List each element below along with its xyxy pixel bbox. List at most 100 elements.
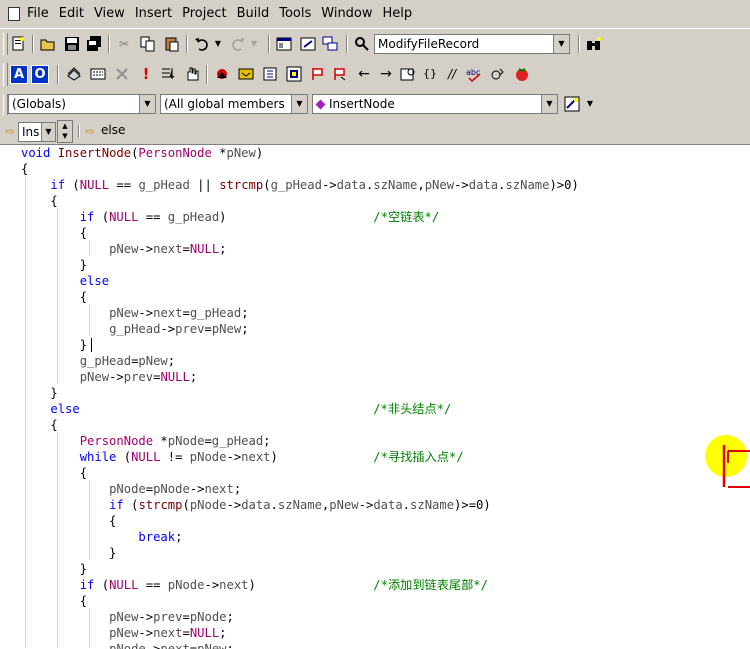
context-toolbar: ⇨ Ins ▼ ▲ ▼ ⇨ else — [0, 119, 750, 145]
menu-build[interactable]: Build — [232, 0, 275, 28]
compile-icon[interactable] — [66, 66, 82, 82]
code-text[interactable]: void InsertNode(PersonNode *pNew) { if (… — [21, 145, 579, 649]
code-line[interactable]: PersonNode *pNode=g_pHead; — [21, 434, 271, 448]
undo-icon[interactable] — [194, 36, 210, 52]
new-file-icon[interactable] — [10, 36, 26, 52]
class-combo[interactable]: (Globals) ▼ — [8, 94, 156, 114]
menu-tools[interactable]: Tools — [274, 0, 316, 28]
code-line[interactable]: break; — [21, 530, 182, 544]
chevron-down-icon[interactable]: ▼ — [41, 123, 55, 141]
menu-file[interactable]: File — [22, 0, 54, 28]
code-line[interactable]: { — [21, 194, 57, 208]
stop-build-icon[interactable] — [114, 66, 130, 82]
scope-combo[interactable]: Ins ▼ — [18, 122, 56, 142]
hand-icon[interactable] — [184, 66, 200, 82]
code-line[interactable]: pNew->prev=pNode; — [21, 610, 234, 624]
chevron-down-icon[interactable]: ▼ — [139, 95, 155, 113]
link-icon[interactable] — [490, 66, 506, 82]
code-line[interactable]: { — [21, 594, 87, 608]
code-line[interactable]: { — [21, 418, 57, 432]
code-line[interactable]: } — [21, 338, 87, 352]
code-line[interactable]: else — [21, 274, 109, 288]
redo-dropdown-icon[interactable]: ▼ — [246, 36, 262, 52]
step-over-icon[interactable] — [286, 66, 302, 82]
tomato-icon[interactable] — [514, 66, 530, 82]
code-line[interactable]: pNew->next=g_pHead; — [21, 306, 248, 320]
class-view-button[interactable]: A — [10, 65, 28, 84]
scope-spinner[interactable]: ▲ ▼ — [57, 120, 73, 143]
save-all-icon[interactable] — [86, 36, 102, 52]
code-line[interactable]: pNode=pNode->next; — [21, 482, 241, 496]
code-line[interactable]: { — [21, 226, 87, 240]
code-line[interactable]: } — [21, 258, 87, 272]
find-in-files-icon[interactable] — [354, 36, 370, 52]
code-line[interactable]: pNew->next=NULL; — [21, 626, 226, 640]
find-binoculars-icon[interactable] — [586, 36, 602, 52]
code-line[interactable]: else /*非头结点*/ — [21, 402, 451, 416]
wizard-action-icon[interactable] — [564, 96, 580, 112]
run-to-cursor-icon[interactable] — [332, 66, 348, 82]
find-combo[interactable]: ModifyFileRecord ▼ — [374, 34, 570, 54]
comment-slashes-icon[interactable]: // — [444, 66, 460, 82]
chevron-down-icon[interactable]: ▼ — [541, 95, 557, 113]
menu-help[interactable]: Help — [378, 0, 418, 28]
watch-icon[interactable] — [400, 66, 416, 82]
toolbar-grip[interactable] — [3, 63, 8, 86]
step-out-icon[interactable] — [310, 66, 326, 82]
code-line[interactable]: if (NULL == g_pHead || strcmp(g_pHead->d… — [21, 178, 578, 192]
undo-dropdown-icon[interactable]: ▼ — [210, 36, 226, 52]
code-line[interactable]: pNode->next=pNew; — [21, 642, 234, 649]
spell-check-icon[interactable]: abc — [466, 66, 482, 83]
code-line[interactable]: { — [21, 290, 87, 304]
insert-breakpoint-icon[interactable] — [214, 66, 230, 82]
save-icon[interactable] — [64, 36, 80, 52]
braces-icon[interactable]: {} — [422, 66, 438, 82]
menu-insert[interactable]: Insert — [130, 0, 177, 28]
forward-arrow-icon[interactable]: → — [378, 66, 394, 82]
toolbar-grip[interactable] — [3, 33, 8, 55]
text-caret — [91, 338, 92, 352]
back-arrow-icon[interactable]: ← — [356, 66, 372, 82]
copy-icon[interactable] — [140, 36, 156, 52]
set-breakpoint-icon[interactable] — [238, 66, 254, 82]
menu-project[interactable]: Project — [177, 0, 231, 28]
chevron-down-icon[interactable]: ▼ — [291, 95, 307, 113]
paste-icon[interactable] — [164, 36, 180, 52]
open-folder-icon[interactable] — [40, 36, 56, 52]
code-line[interactable]: while (NULL != pNode->next) /*寻找插入点*/ — [21, 450, 464, 464]
code-line[interactable]: if (strcmp(pNode->data.szName,pNew->data… — [21, 498, 491, 512]
cut-icon[interactable]: ✂ — [116, 36, 132, 52]
member-combo[interactable]: InsertNode ▼ — [312, 94, 558, 114]
menu-window[interactable]: Window — [316, 0, 377, 28]
go-icon[interactable] — [160, 66, 176, 82]
redo-icon[interactable] — [230, 36, 246, 52]
code-line[interactable]: } — [21, 562, 87, 576]
code-line[interactable]: g_pHead=pNew; — [21, 354, 175, 368]
output-icon[interactable] — [300, 36, 316, 52]
context-text: else — [101, 123, 126, 137]
code-line[interactable]: void InsertNode(PersonNode *pNew) — [21, 146, 263, 160]
window-list-icon[interactable] — [322, 36, 338, 52]
code-line[interactable]: } — [21, 546, 116, 560]
chevron-down-icon[interactable]: ▼ — [553, 35, 569, 53]
wizard-action-dropdown-icon[interactable]: ▼ — [582, 96, 598, 112]
code-editor[interactable]: void InsertNode(PersonNode *pNew) { if (… — [0, 145, 750, 649]
code-line[interactable]: g_pHead->prev=pNew; — [21, 322, 248, 336]
code-line[interactable]: } — [21, 386, 57, 400]
code-line[interactable]: { — [21, 514, 116, 528]
code-line[interactable]: pNew->next=NULL; — [21, 242, 226, 256]
code-line[interactable]: if (NULL == g_pHead) /*空链表*/ — [21, 210, 439, 224]
filter-combo[interactable]: (All global members ▼ — [160, 94, 308, 114]
build-icon[interactable] — [90, 66, 106, 82]
code-line[interactable]: pNew->prev=NULL; — [21, 370, 197, 384]
code-line[interactable]: { — [21, 162, 28, 176]
menu-view[interactable]: View — [89, 0, 130, 28]
execute-icon[interactable]: ! — [138, 66, 154, 82]
step-into-icon[interactable] — [262, 66, 278, 82]
object-view-button[interactable]: O — [31, 65, 49, 84]
code-line[interactable]: { — [21, 466, 87, 480]
document-icon[interactable] — [8, 7, 20, 21]
code-line[interactable]: if (NULL == pNode->next) /*添加到链表尾部*/ — [21, 578, 488, 592]
workspace-icon[interactable] — [276, 36, 292, 52]
menu-edit[interactable]: Edit — [54, 0, 89, 28]
